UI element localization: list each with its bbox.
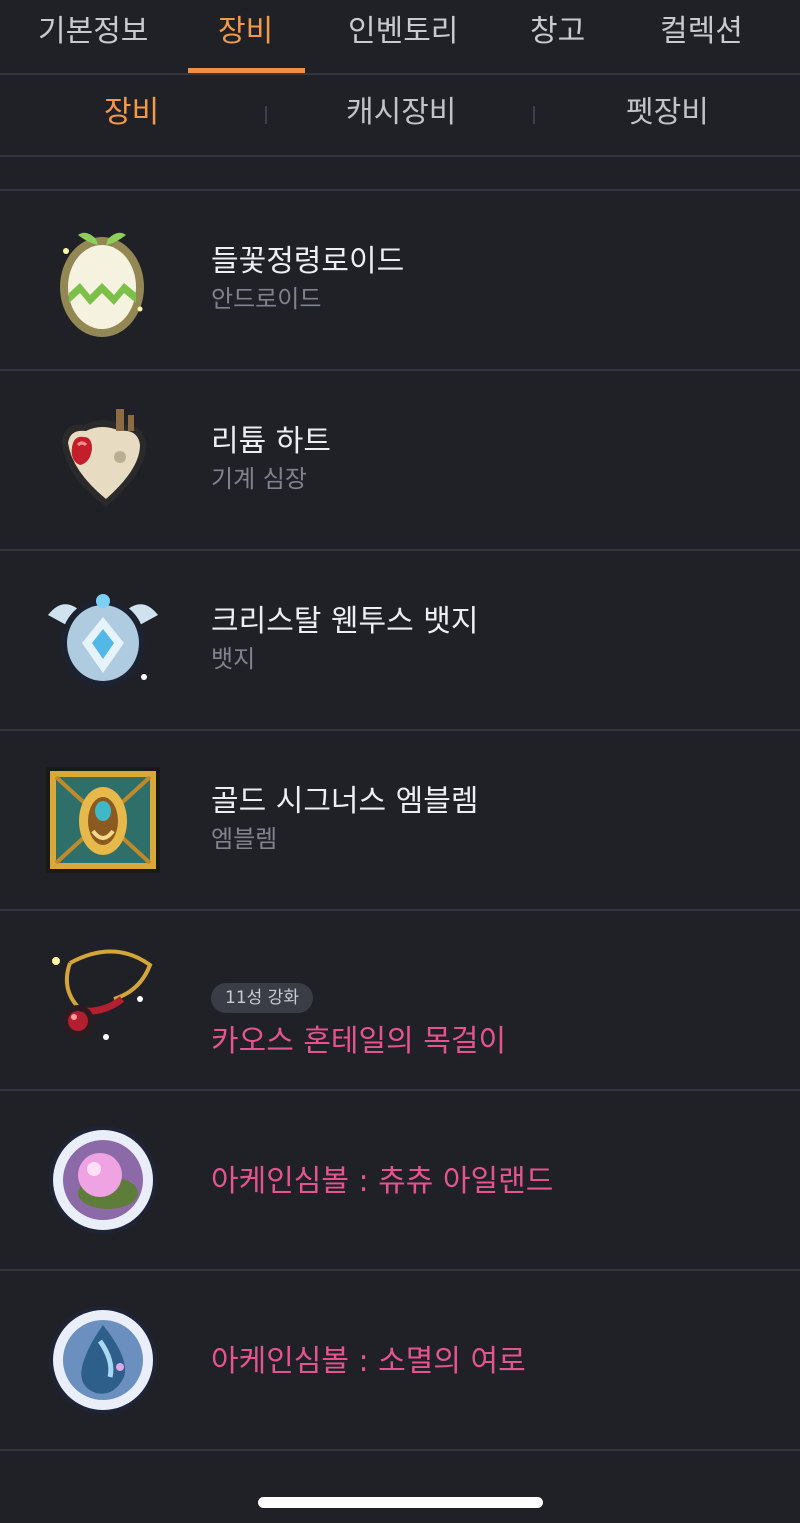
item-type: 엠블렘 xyxy=(211,825,278,853)
android-egg-icon xyxy=(60,232,144,337)
list-item[interactable]: 크리스탈 웬투스 뱃지 뱃지 xyxy=(0,551,800,731)
active-tab-indicator xyxy=(188,68,305,73)
item-name: 크리스탈 웬투스 뱃지 xyxy=(211,604,479,639)
subtab-divider xyxy=(533,106,535,124)
subtab-pet-equipment[interactable]: 펫장비 xyxy=(626,93,709,133)
list-item[interactable]: 골드 시그너스 엠블렘 엠블렘 xyxy=(0,731,800,911)
tab-equipment[interactable]: 장비 xyxy=(218,12,273,52)
list-item[interactable]: 11성 강화 카오스 혼테일의 목걸이 xyxy=(0,911,800,1091)
crystal-badge-icon xyxy=(48,594,158,687)
sub-tab-bar: 장비 캐시장비 펫장비 xyxy=(0,75,800,157)
item-name: 아케인심볼 : 소멸의 여로 xyxy=(211,1344,526,1379)
enhancement-badge: 11성 강화 xyxy=(211,983,313,1013)
item-name: 아케인심볼 : 츄츄 아일랜드 xyxy=(211,1164,554,1199)
list-item[interactable]: 들꽃정령로이드 안드로이드 xyxy=(0,191,800,371)
item-name: 카오스 혼테일의 목걸이 xyxy=(211,1024,507,1059)
tab-collection[interactable]: 컬렉션 xyxy=(660,12,743,52)
subtab-equipment[interactable]: 장비 xyxy=(104,93,159,133)
item-type: 안드로이드 xyxy=(211,285,322,313)
main-tab-bar: 기본정보 장비 인벤토리 창고 컬렉션 xyxy=(0,0,800,75)
list-item[interactable]: 아케인심볼 : 츄츄 아일랜드 xyxy=(0,1091,800,1271)
subtab-divider xyxy=(265,106,267,124)
tab-basic-info[interactable]: 기본정보 xyxy=(38,12,148,52)
home-indicator[interactable] xyxy=(258,1497,543,1508)
necklace-icon xyxy=(52,949,153,1040)
item-name: 리튬 하트 xyxy=(211,424,331,459)
arcane-symbol-chuchu-icon xyxy=(49,1126,157,1234)
mechanical-heart-icon xyxy=(62,409,147,507)
tab-storage[interactable]: 창고 xyxy=(530,12,585,52)
list-item[interactable]: 아케인심볼 : 소멸의 여로 xyxy=(0,1271,800,1451)
subtab-cash-equipment[interactable]: 캐시장비 xyxy=(346,93,456,133)
list-item[interactable]: 리튬 하트 기계 심장 xyxy=(0,371,800,551)
item-type: 뱃지 xyxy=(211,645,256,673)
gold-emblem-icon xyxy=(46,767,160,873)
item-type: 기계 심장 xyxy=(211,465,307,493)
item-name: 골드 시그너스 엠블렘 xyxy=(211,784,479,819)
arcane-symbol-vanishing-icon xyxy=(49,1306,157,1414)
item-name: 들꽃정령로이드 xyxy=(211,244,405,279)
equipment-list: 들꽃정령로이드 안드로이드 리튬 하트 기계 심장 크리스탈 웬투스 뱃지 뱃지… xyxy=(0,191,800,1451)
tab-inventory[interactable]: 인벤토리 xyxy=(348,12,458,52)
